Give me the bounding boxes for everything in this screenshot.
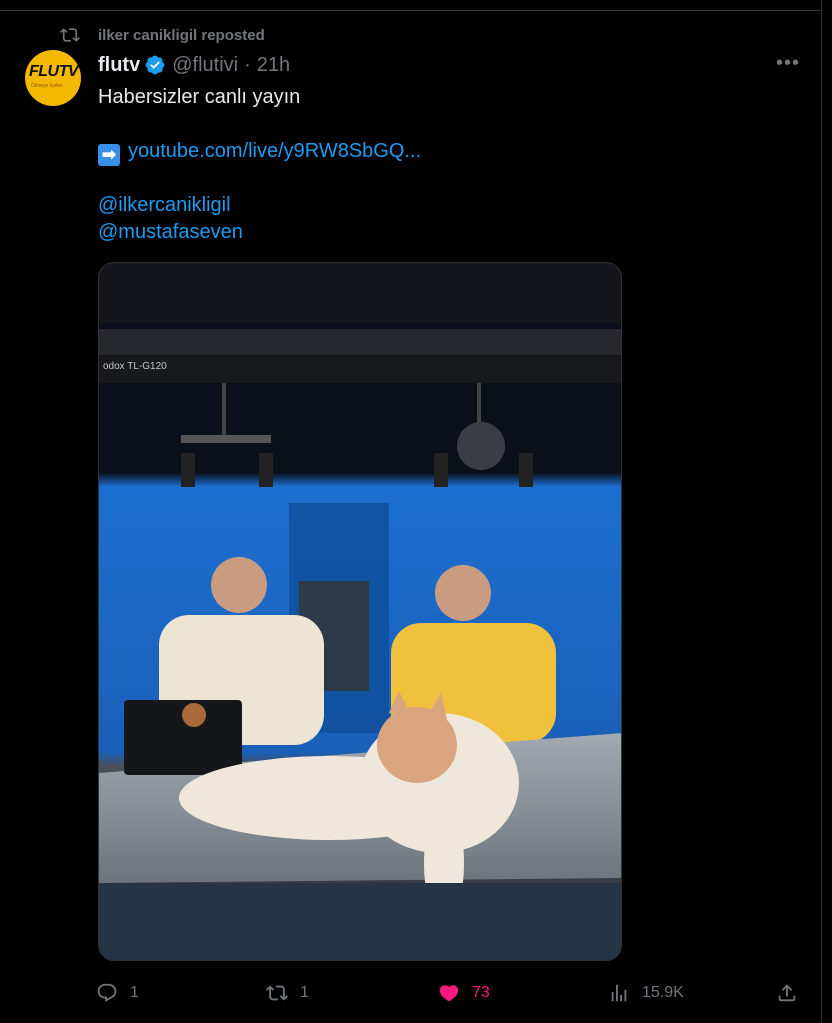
repost-indicator[interactable]: ilker canikligil reposted [60, 24, 265, 46]
tweet-photo[interactable]: odox TL-G120 [98, 262, 622, 961]
heart-icon [439, 985, 459, 1002]
repost-icon [60, 28, 80, 42]
tweet-header: flutv @flutivi · 21h [98, 52, 290, 78]
like-count: 73 [472, 984, 490, 1001]
repost-count: 1 [300, 984, 309, 1001]
repost-button[interactable]: 1 [266, 978, 309, 1008]
share-button[interactable] [776, 978, 810, 1008]
timestamp[interactable]: 21h [257, 54, 290, 77]
right-arrow-emoji-icon: ➡ [98, 144, 120, 166]
light-label: odox TL-G120 [103, 361, 167, 372]
avatar-logo-subtext: Ölmeye İçelim [31, 83, 63, 89]
mention-link[interactable]: @mustafaseven [98, 219, 243, 245]
divider [0, 10, 822, 11]
tweet-link-line: ➡ youtube.com/live/y9RW8SbGQ... [98, 138, 421, 166]
reply-icon [97, 983, 117, 1002]
more-options-icon[interactable]: ••• [775, 53, 801, 77]
studio-photo-illustration: odox TL-G120 [99, 263, 621, 960]
views-chart-icon [611, 984, 627, 1002]
author-name[interactable]: flutv [98, 54, 140, 77]
tweet-container: ilker canikligil reposted FLUTV Ölmeye İ… [0, 0, 822, 1023]
share-icon [778, 984, 796, 1002]
author-handle[interactable]: @flutivi [172, 54, 238, 77]
reply-button[interactable]: 1 [96, 978, 139, 1008]
youtube-link[interactable]: youtube.com/live/y9RW8SbGQ... [128, 140, 421, 162]
verified-badge-icon[interactable] [144, 54, 166, 76]
views-count: 15.9K [642, 984, 684, 1001]
action-bar: 1 1 73 15.9K [96, 978, 806, 1008]
avatar[interactable]: FLUTV Ölmeye İçelim [25, 50, 81, 106]
repost-icon [266, 985, 288, 1001]
like-button[interactable]: 73 [438, 978, 490, 1008]
separator: · [244, 53, 251, 76]
repost-text: ilker canikligil reposted [98, 26, 265, 44]
mention-link[interactable]: @ilkercanikligil [98, 192, 231, 218]
avatar-logo-text: FLUTV [29, 63, 79, 80]
views-button[interactable]: 15.9K [608, 978, 684, 1008]
tweet-text-line: Habersizler canlı yayın [98, 86, 301, 108]
reply-count: 1 [130, 984, 139, 1001]
